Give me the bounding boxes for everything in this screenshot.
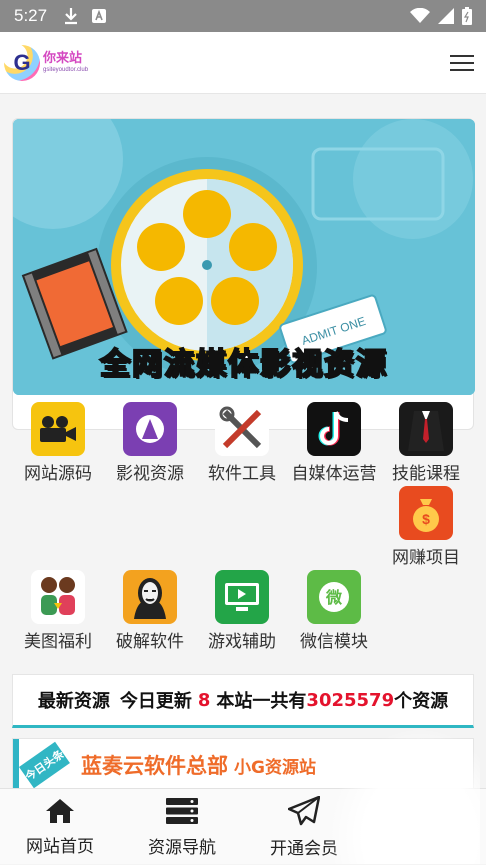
category-label: 网赚项目 [392,548,460,568]
nav-home-label: 网站首页 [26,836,94,857]
svg-text:微: 微 [325,588,343,607]
category-cracked-software[interactable]: 破解软件 [104,570,196,656]
category-label: 微信模块 [300,632,368,652]
money-bag-icon: $ [399,486,453,540]
banner-card: ADMIT ONE 全网流媒体影视资源 [12,118,475,430]
accent-bar [13,739,19,791]
category-label: 游戏辅助 [208,632,276,652]
video-camera-icon [31,402,85,456]
suit-icon [399,402,453,456]
download-icon [65,8,78,25]
signal-icon [438,8,454,24]
wechat-icon: 微 [307,570,361,624]
category-movies[interactable]: 影视资源 [104,402,196,488]
nav-resource-guide-label: 资源导航 [148,837,216,858]
category-earn-money[interactable]: $ 网赚项目 [380,486,472,572]
banner-slide[interactable]: ADMIT ONE 全网流媒体影视资源 [13,119,475,395]
category-label: 美图福利 [24,632,92,652]
wifi-icon [410,8,430,23]
category-software-tools[interactable]: 软件工具 [196,402,288,488]
tiktok-icon [307,402,361,456]
featured-title: 蓝奏云软件总部 [81,754,228,778]
logo-g-icon: G [4,44,40,81]
notice-today-count: 8 [197,689,211,711]
paper-plane-icon [288,795,320,825]
banner-title: 全网流媒体影视资源 [99,346,388,383]
site-logo[interactable]: G 你来站 gsiteyoudtor.club [4,44,89,81]
nav-membership[interactable]: 开通会员 [244,789,364,865]
status-time: 5:27 [14,6,48,25]
logo-domain: gsiteyoudtor.club [43,67,89,73]
notice-today-label: 今日更新 [119,691,192,712]
notice-suffix: 个资源 [394,691,449,712]
category-wechat-modules[interactable]: 微 微信模块 [288,570,380,656]
update-notice: 最新资源 今日更新 8 本站一共有 3025579 个资源 [12,674,474,728]
notice-prefix: 最新资源 [37,691,110,712]
category-game-assist[interactable]: 游戏辅助 [196,570,288,656]
category-label: 影视资源 [116,464,184,484]
home-icon [46,798,74,823]
category-label: 破解软件 [116,632,184,652]
category-label: 网站源码 [24,464,92,484]
featured-resource-item[interactable]: 今日头条 蓝奏云软件总部 小G资源站 [12,738,474,792]
bottom-navigation: 网站首页 资源导航 开通会员 [0,788,486,864]
category-skill-courses[interactable]: 技能课程 [380,402,472,488]
wrench-screwdriver-icon [215,402,269,456]
featured-subtitle: 小G资源站 [234,757,316,778]
hamburger-menu-icon[interactable] [450,53,474,73]
status-bar: 5:27 [0,0,486,32]
category-label: 技能课程 [392,464,460,484]
category-label: 软件工具 [208,464,276,484]
nav-membership-label: 开通会员 [270,838,338,859]
movie-stage-icon [123,402,177,456]
notice-total-label: 本站一共有 [216,691,307,712]
battery-icon [462,7,472,25]
nav-resource-guide[interactable]: 资源导航 [122,789,242,865]
category-beauty-photos[interactable]: 美图福利 [12,570,104,656]
hacker-mask-icon [123,570,177,624]
a-icon [92,9,107,23]
nav-home[interactable]: 网站首页 [0,789,120,865]
notice-total-count: 3025579 [306,689,395,711]
logo-name: 你来站 [43,51,83,66]
app-header: G 你来站 gsiteyoudtor.club [0,32,486,94]
today-headline-ribbon: 今日头条 [19,741,70,789]
category-source-code[interactable]: 网站源码 [12,402,104,488]
couple-icon [31,570,85,624]
category-label: 自媒体运营 [291,464,377,484]
server-list-icon [166,797,198,824]
category-self-media[interactable]: 自媒体运营 [288,402,380,488]
svg-text:$: $ [422,511,430,527]
monitor-icon [215,570,269,624]
